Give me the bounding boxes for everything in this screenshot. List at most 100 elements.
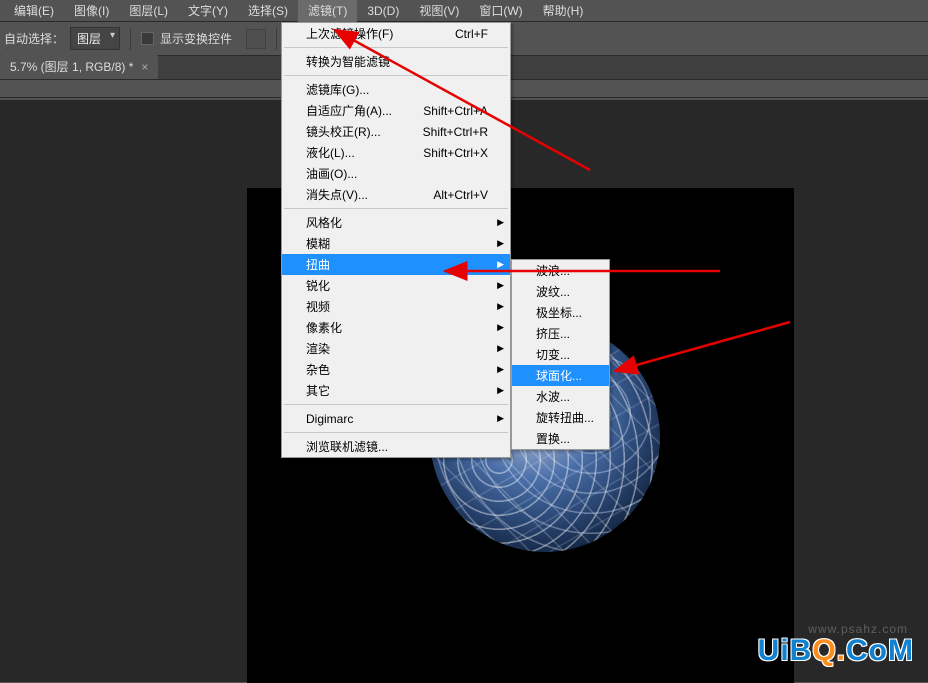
- menu-window[interactable]: 窗口(W): [469, 0, 532, 22]
- close-icon[interactable]: ×: [141, 60, 148, 74]
- menu-item-label: 视频: [306, 298, 330, 315]
- filter-menu-item[interactable]: 杂色 ▶: [282, 359, 510, 380]
- menu-layer[interactable]: 图层(L): [119, 0, 178, 22]
- filter-menu-item[interactable]: 像素化 ▶: [282, 317, 510, 338]
- filter-menu-item[interactable]: 油画(O)...: [282, 163, 510, 184]
- menu-divider: [284, 47, 508, 48]
- distort-submenu-item[interactable]: 切变...: [512, 344, 609, 365]
- menu-item-shortcut: Shift+Ctrl+A: [423, 104, 488, 118]
- menu-item-shortcut: Shift+Ctrl+X: [423, 146, 488, 160]
- filter-menu-item[interactable]: 视频 ▶: [282, 296, 510, 317]
- filter-menu-item[interactable]: 锐化 ▶: [282, 275, 510, 296]
- filter-dropdown-menu: 上次滤镜操作(F) Ctrl+F 转换为智能滤镜滤镜库(G)... 自适应广角(A).…: [281, 22, 511, 458]
- menu-item-label: 液化(L)...: [306, 144, 355, 161]
- menu-item-label: 置换...: [536, 430, 570, 447]
- filter-menu-item[interactable]: 消失点(V)... Alt+Ctrl+V: [282, 184, 510, 205]
- filter-menu-item[interactable]: 浏览联机滤镜...: [282, 436, 510, 457]
- menu-filter[interactable]: 滤镜(T): [298, 0, 357, 22]
- menu-item-label: 风格化: [306, 214, 342, 231]
- filter-menu-item[interactable]: 模糊 ▶: [282, 233, 510, 254]
- distort-submenu-item[interactable]: 置换...: [512, 428, 609, 449]
- distort-submenu: 波浪... 波纹... 极坐标... 挤压... 切变... 球面化... 水波... 旋转扭…: [511, 259, 610, 450]
- filter-menu-item[interactable]: 上次滤镜操作(F) Ctrl+F: [282, 23, 510, 44]
- menu-image[interactable]: 图像(I): [64, 0, 119, 22]
- menu-item-label: 锐化: [306, 277, 330, 294]
- filter-menu-item[interactable]: 风格化 ▶: [282, 212, 510, 233]
- filter-menu-item[interactable]: 滤镜库(G)...: [282, 79, 510, 100]
- distort-submenu-item[interactable]: 球面化...: [512, 365, 609, 386]
- distort-submenu-item[interactable]: 波纹...: [512, 281, 609, 302]
- filter-menu-item[interactable]: 液化(L)... Shift+Ctrl+X: [282, 142, 510, 163]
- menu-bar: 编辑(E) 图像(I) 图层(L) 文字(Y) 选择(S) 滤镜(T) 3D(D…: [0, 0, 928, 22]
- watermark-part: UiB: [758, 634, 813, 667]
- distort-submenu-item[interactable]: 波浪...: [512, 260, 609, 281]
- distort-submenu-item[interactable]: 挤压...: [512, 323, 609, 344]
- align-icon[interactable]: [246, 29, 266, 49]
- menu-help[interactable]: 帮助(H): [533, 0, 594, 22]
- submenu-arrow-icon: ▶: [497, 217, 504, 228]
- menu-type[interactable]: 文字(Y): [178, 0, 238, 22]
- menu-item-label: 扭曲: [306, 256, 330, 273]
- menu-item-label: 切变...: [536, 346, 570, 363]
- watermark-part: CoM: [846, 634, 914, 667]
- submenu-arrow-icon: ▶: [497, 259, 504, 270]
- distort-submenu-item[interactable]: 旋转扭曲...: [512, 407, 609, 428]
- distort-submenu-item[interactable]: 极坐标...: [512, 302, 609, 323]
- menu-item-label: 旋转扭曲...: [536, 409, 594, 426]
- submenu-arrow-icon: ▶: [497, 413, 504, 424]
- menu-item-label: 渲染: [306, 340, 330, 357]
- menu-divider: [284, 404, 508, 405]
- filter-menu-item[interactable]: 镜头校正(R)... Shift+Ctrl+R: [282, 121, 510, 142]
- filter-menu-item[interactable]: 自适应广角(A)... Shift+Ctrl+A: [282, 100, 510, 121]
- watermark-part: Q.: [812, 634, 846, 667]
- menu-item-label: 球面化...: [536, 367, 582, 384]
- menu-item-label: 自适应广角(A)...: [306, 102, 392, 119]
- menu-item-label: 波纹...: [536, 283, 570, 300]
- menu-item-shortcut: Shift+Ctrl+R: [423, 125, 488, 139]
- menu-select[interactable]: 选择(S): [238, 0, 298, 22]
- toolbar-separator: [130, 28, 131, 50]
- submenu-arrow-icon: ▶: [497, 385, 504, 396]
- submenu-arrow-icon: ▶: [497, 343, 504, 354]
- show-transform-checkbox[interactable]: [141, 32, 154, 45]
- filter-menu-item[interactable]: 转换为智能滤镜: [282, 51, 510, 72]
- menu-view[interactable]: 视图(V): [409, 0, 469, 22]
- distort-submenu-item[interactable]: 水波...: [512, 386, 609, 407]
- submenu-arrow-icon: ▶: [497, 322, 504, 333]
- align-icons: [246, 29, 266, 49]
- menu-divider: [284, 75, 508, 76]
- menu-item-shortcut: Ctrl+F: [455, 27, 488, 41]
- auto-select-dropdown[interactable]: 图层: [70, 27, 120, 50]
- show-transform-label: 显示变换控件: [160, 30, 232, 47]
- menu-item-label: 波浪...: [536, 262, 570, 279]
- menu-edit[interactable]: 编辑(E): [4, 0, 64, 22]
- filter-menu-item[interactable]: 渲染 ▶: [282, 338, 510, 359]
- submenu-arrow-icon: ▶: [497, 301, 504, 312]
- document-tab[interactable]: 5.7% (图层 1, RGB/8) * ×: [0, 54, 158, 79]
- menu-3d[interactable]: 3D(D): [357, 1, 409, 21]
- menu-item-label: Digimarc: [306, 412, 353, 426]
- menu-item-label: 转换为智能滤镜: [306, 53, 390, 70]
- filter-menu-item[interactable]: 其它 ▶: [282, 380, 510, 401]
- menu-item-label: 上次滤镜操作(F): [306, 25, 393, 42]
- document-title: 5.7% (图层 1, RGB/8) *: [10, 58, 133, 75]
- menu-item-label: 像素化: [306, 319, 342, 336]
- filter-menu-item[interactable]: Digimarc ▶: [282, 408, 510, 429]
- menu-item-label: 极坐标...: [536, 304, 582, 321]
- menu-item-label: 模糊: [306, 235, 330, 252]
- menu-item-label: 水波...: [536, 388, 570, 405]
- menu-item-shortcut: Alt+Ctrl+V: [433, 188, 488, 202]
- menu-item-label: 镜头校正(R)...: [306, 123, 381, 140]
- watermark: UiBQ.CoM: [758, 634, 914, 668]
- menu-item-label: 杂色: [306, 361, 330, 378]
- submenu-arrow-icon: ▶: [497, 364, 504, 375]
- submenu-arrow-icon: ▶: [497, 238, 504, 249]
- menu-item-label: 消失点(V)...: [306, 186, 368, 203]
- menu-item-label: 其它: [306, 382, 330, 399]
- auto-select-label: 自动选择：: [4, 30, 64, 47]
- menu-item-label: 挤压...: [536, 325, 570, 342]
- submenu-arrow-icon: ▶: [497, 280, 504, 291]
- menu-item-label: 滤镜库(G)...: [306, 81, 369, 98]
- filter-menu-item[interactable]: 扭曲 ▶: [282, 254, 510, 275]
- menu-item-label: 浏览联机滤镜...: [306, 438, 388, 455]
